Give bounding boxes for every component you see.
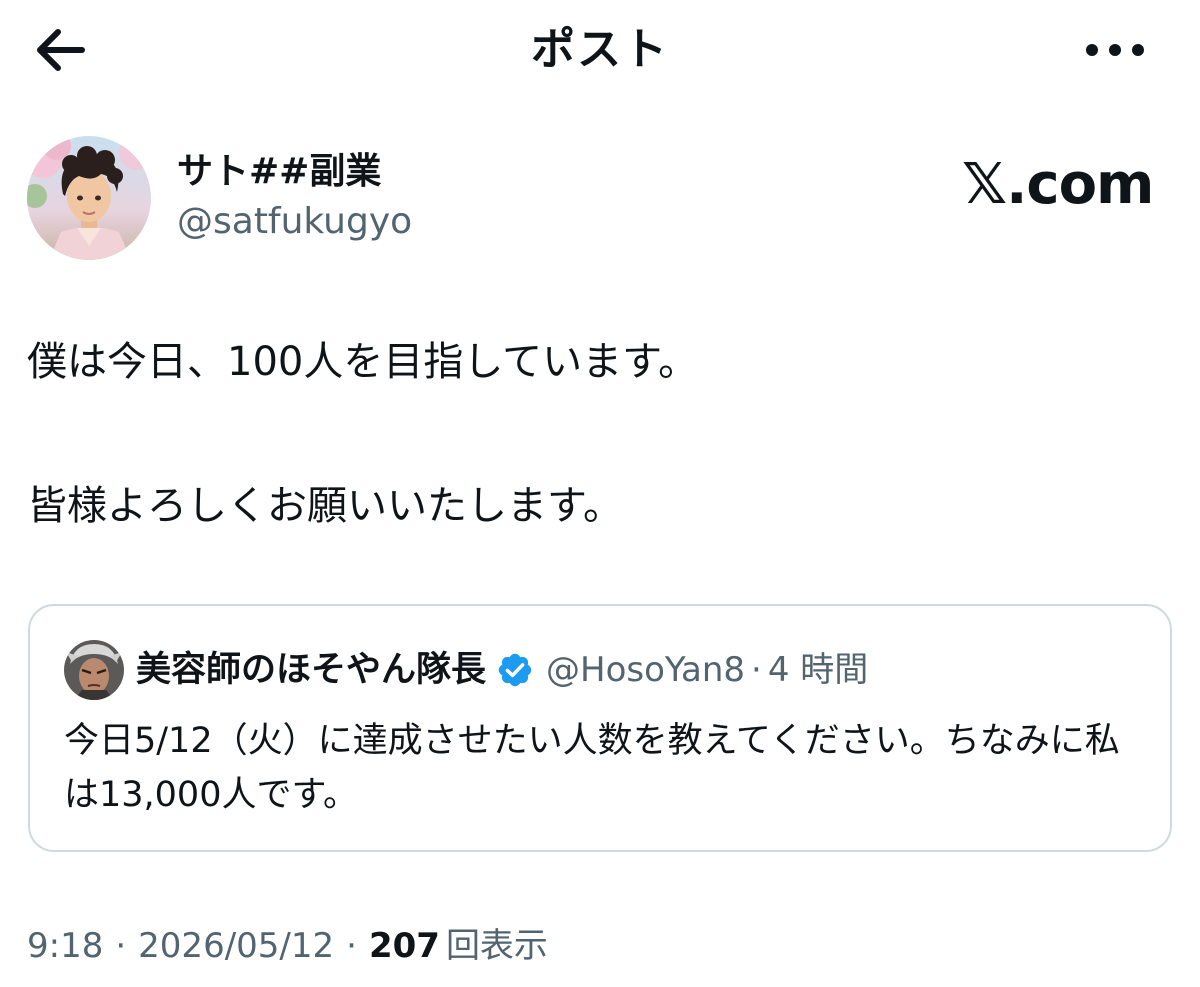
- more-horizontal-icon: [1086, 44, 1144, 56]
- quoted-post-time[interactable]: 4 時間: [768, 642, 868, 698]
- post-text-line: 僕は今日、100人を目指しています。: [27, 339, 699, 385]
- separator-dot: ·: [346, 926, 357, 966]
- page-title: ポスト: [531, 24, 669, 75]
- quoted-avatar-photo: [64, 640, 124, 700]
- post-time[interactable]: 9:18: [27, 918, 103, 974]
- avatar-photo: [27, 136, 151, 260]
- author-name[interactable]: サト##副業: [177, 148, 381, 196]
- quoted-post-header: 美容師のほそやん隊長 @HosoYan8 · 4 時間: [136, 642, 868, 698]
- post-detail-page: ポスト サト##副業 @satfukugyo 𝕏.com 僕は今日、100人を目…: [0, 0, 1200, 987]
- quoted-author-avatar[interactable]: [64, 640, 124, 700]
- author-handle[interactable]: @satfukugyo: [177, 198, 412, 246]
- view-count-label: 回表示: [445, 926, 548, 966]
- post-date[interactable]: 2026/05/12: [138, 918, 334, 974]
- post-text-line: 皆様よろしくお願いいたします。: [27, 483, 623, 529]
- quoted-post-text: 今日5/12（火）に達成させたい人数を教えてください。ちなみに私は13,000人…: [64, 721, 1120, 815]
- separator-dot: ·: [115, 926, 127, 966]
- more-options-button[interactable]: [1080, 30, 1150, 70]
- quoted-post-card[interactable]: 美容師のほそやん隊長 @HosoYan8 · 4 時間 今日5/12（火）に達成…: [28, 604, 1172, 852]
- top-bar: ポスト: [0, 0, 1200, 100]
- separator-dot: ·: [751, 650, 762, 690]
- brand-text: 𝕏.com: [962, 152, 1154, 217]
- view-count: 207: [368, 926, 440, 966]
- verified-badge-icon: [498, 653, 532, 687]
- post-meta: 9:18 · 2026/05/12 · 207 回表示: [27, 918, 548, 974]
- author-avatar[interactable]: [27, 136, 151, 260]
- quoted-author-handle[interactable]: @HosoYan8: [546, 642, 745, 698]
- brand-logo: 𝕏.com: [962, 150, 1154, 220]
- quoted-author-name[interactable]: 美容師のほそやん隊長: [136, 642, 486, 698]
